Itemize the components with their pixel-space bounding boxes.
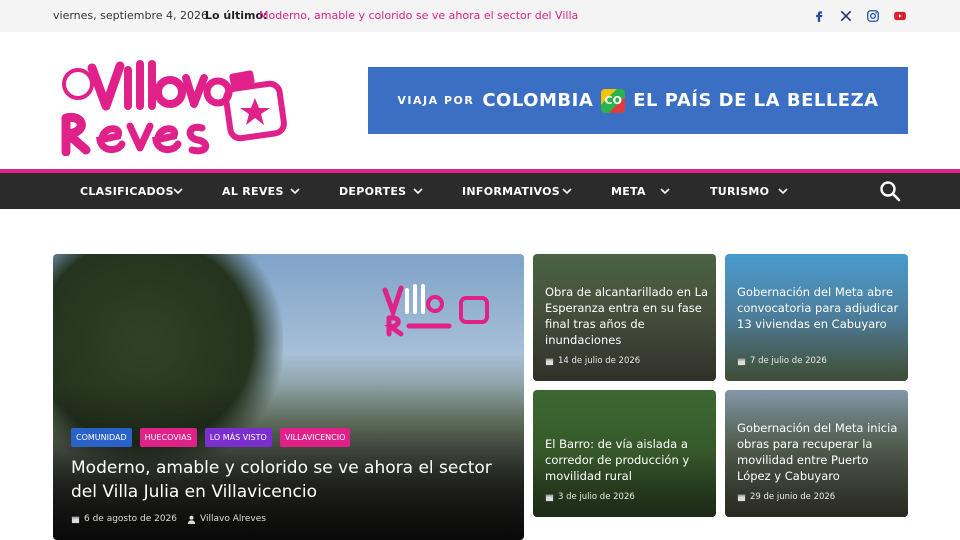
chevron-down-icon[interactable]	[776, 184, 790, 198]
card-date[interactable]: 3 de julio de 2026	[558, 492, 635, 502]
card-date[interactable]: 29 de junio de 2026	[750, 492, 835, 502]
banner-small-text: VIAJA POR	[397, 94, 475, 107]
chevron-down-icon[interactable]	[171, 184, 185, 198]
card-title[interactable]: El Barro: de vía aislada a corredor de p…	[545, 436, 710, 484]
youtube-icon[interactable]	[892, 8, 908, 24]
site-logo[interactable]	[52, 48, 292, 157]
category-villavicencio[interactable]: VILLAVICENCIO	[279, 428, 351, 447]
featured-author[interactable]: Villavo Alreves	[200, 514, 266, 524]
nav-item-deportes[interactable]: DEPORTES	[339, 173, 406, 209]
card-date[interactable]: 14 de julio de 2026	[558, 356, 640, 366]
article-card[interactable]: Gobernación del Meta abre convocatoria p…	[725, 254, 908, 381]
latest-news-link[interactable]: Moderno, amable y colorido se ve ahora e…	[259, 9, 578, 22]
card-title[interactable]: Gobernación del Meta inicia obras para r…	[737, 420, 902, 484]
facebook-icon[interactable]	[811, 8, 827, 24]
card-meta: 14 de julio de 2026	[545, 356, 640, 366]
instagram-icon[interactable]	[865, 8, 881, 24]
featured-meta: 6 de agosto de 2026 Villavo Alreves	[71, 514, 266, 524]
calendar-icon	[545, 494, 554, 501]
category-lo-mas-visto[interactable]: LO MÁS VISTO	[204, 428, 272, 447]
colombia-co-logo: CO	[601, 88, 626, 113]
site-header: VIAJA POR COLOMBIA CO EL PAÍS DE LA BELL…	[0, 32, 960, 170]
featured-article[interactable]: COMUNIDAD HUECOVIAS LO MÁS VISTO VILLAVI…	[53, 254, 524, 540]
top-bar: viernes, septiembre 4, 2026 Lo último: M…	[0, 0, 960, 32]
article-card[interactable]: Obra de alcantarillado en La Esperanza e…	[533, 254, 716, 381]
main-nav: CLASIFICADOS AL REVES DEPORTES INFORMATI…	[0, 173, 960, 209]
chevron-down-icon[interactable]	[411, 184, 425, 198]
nav-item-clasificados[interactable]: CLASIFICADOS	[80, 173, 174, 209]
calendar-icon	[71, 516, 80, 523]
chevron-down-icon[interactable]	[560, 184, 574, 198]
user-icon	[187, 515, 196, 524]
chevron-down-icon[interactable]	[658, 184, 672, 198]
current-date: viernes, septiembre 4, 2026	[53, 9, 208, 22]
card-meta: 3 de julio de 2026	[545, 492, 635, 502]
chevron-down-icon[interactable]	[288, 184, 302, 198]
category-tags: COMUNIDAD HUECOVIAS LO MÁS VISTO VILLAVI…	[71, 428, 351, 447]
card-meta: 7 de julio de 2026	[737, 356, 827, 366]
featured-title[interactable]: Moderno, amable y colorido se ve ahora e…	[71, 456, 511, 504]
nav-item-al-reves[interactable]: AL REVES	[222, 173, 284, 209]
search-icon[interactable]	[879, 180, 901, 202]
card-meta: 29 de junio de 2026	[737, 492, 835, 502]
calendar-icon	[737, 494, 746, 501]
card-title[interactable]: Gobernación del Meta abre convocatoria p…	[737, 284, 902, 332]
banner-colombia-text: COLOMBIA	[482, 90, 594, 111]
featured-date[interactable]: 6 de agosto de 2026	[84, 514, 177, 524]
nav-item-informativos[interactable]: INFORMATIVOS	[462, 173, 560, 209]
nav-item-meta[interactable]: META	[611, 173, 646, 209]
x-icon[interactable]	[838, 8, 854, 24]
card-date[interactable]: 7 de julio de 2026	[750, 356, 827, 366]
nav-item-turismo[interactable]: TURISMO	[710, 173, 769, 209]
calendar-icon	[737, 358, 746, 365]
article-card[interactable]: El Barro: de vía aislada a corredor de p…	[533, 390, 716, 517]
article-card[interactable]: Gobernación del Meta inicia obras para r…	[725, 390, 908, 517]
card-title[interactable]: Obra de alcantarillado en La Esperanza e…	[545, 284, 710, 348]
category-comunidad[interactable]: COMUNIDAD	[71, 428, 132, 447]
calendar-icon	[545, 358, 554, 365]
category-huecovias[interactable]: HUECOVIAS	[139, 428, 197, 447]
tourism-banner-ad[interactable]: VIAJA POR COLOMBIA CO EL PAÍS DE LA BELL…	[368, 67, 908, 134]
banner-slogan-text: EL PAÍS DE LA BELLEZA	[633, 90, 879, 111]
